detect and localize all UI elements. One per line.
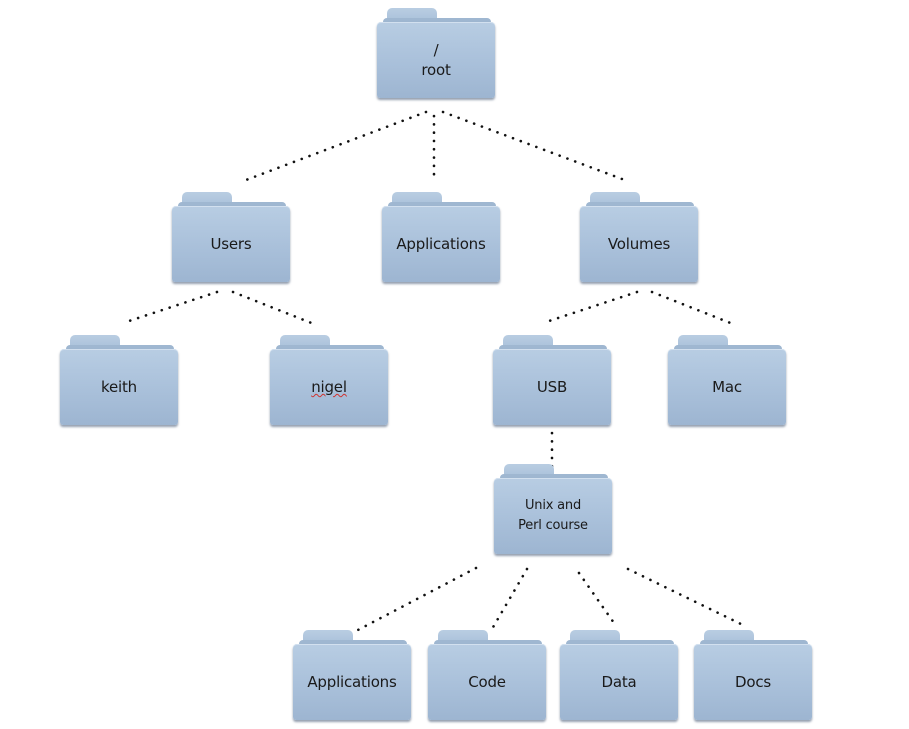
edge-unixperl-code bbox=[490, 567, 529, 631]
folder-label: keith bbox=[101, 378, 137, 396]
folder-course-applications[interactable]: Applications bbox=[293, 630, 413, 722]
folder-users[interactable]: Users bbox=[172, 192, 292, 284]
edge-root-users bbox=[244, 110, 428, 182]
folder-body: nigel bbox=[270, 349, 388, 425]
folder-label: Volumes bbox=[607, 235, 671, 253]
edge-users-keith bbox=[124, 290, 219, 324]
folder-body: Volumes bbox=[580, 206, 698, 282]
folder-label: Data bbox=[601, 673, 637, 691]
folder-body: Code bbox=[428, 644, 546, 720]
folder-label-line-1: / bbox=[433, 41, 439, 59]
edge-volumes-mac bbox=[650, 290, 735, 326]
folder-code[interactable]: Code bbox=[428, 630, 548, 722]
folder-body: USB bbox=[493, 349, 611, 425]
folder-body: Applications bbox=[293, 644, 411, 720]
folder-label: Mac bbox=[712, 378, 742, 396]
edge-root-volumes bbox=[441, 110, 624, 181]
folder-body: Docs bbox=[694, 644, 812, 720]
folder-body: Applications bbox=[382, 206, 500, 282]
folder-label: Applications bbox=[307, 673, 397, 691]
folder-keith[interactable]: keith bbox=[60, 335, 180, 427]
folder-label-line-2: Perl course bbox=[518, 518, 588, 533]
folder-body: / root bbox=[377, 22, 495, 98]
folder-body: Users bbox=[172, 206, 290, 282]
folder-nigel[interactable]: nigel bbox=[270, 335, 390, 427]
folder-docs[interactable]: Docs bbox=[694, 630, 814, 722]
folder-label-line-1: Unix and bbox=[524, 498, 582, 513]
folder-usb[interactable]: USB bbox=[493, 335, 613, 427]
folder-data[interactable]: Data bbox=[560, 630, 680, 722]
edge-users-nigel bbox=[231, 290, 316, 326]
folder-body: Unix and Perl course bbox=[494, 478, 612, 554]
folder-volumes[interactable]: Volumes bbox=[580, 192, 700, 284]
folder-label: USB bbox=[536, 378, 568, 396]
folder-root[interactable]: / root bbox=[377, 8, 497, 100]
edge-unixperl-applications bbox=[354, 566, 478, 633]
folder-unix-perl-course[interactable]: Unix and Perl course bbox=[494, 464, 614, 556]
edge-unixperl-data bbox=[577, 571, 616, 625]
folder-label: Code bbox=[468, 673, 506, 691]
folder-body: Data bbox=[560, 644, 678, 720]
folder-label-line-2: root bbox=[421, 61, 451, 79]
folder-body: Mac bbox=[668, 349, 786, 425]
edge-unixperl-docs bbox=[626, 567, 747, 628]
folder-label: Applications bbox=[396, 235, 486, 253]
edge-volumes-usb bbox=[544, 290, 639, 324]
folder-label: Docs bbox=[735, 673, 771, 691]
folder-label: nigel bbox=[311, 378, 347, 396]
folder-label: Users bbox=[210, 235, 252, 253]
folder-mac[interactable]: Mac bbox=[668, 335, 788, 427]
folder-applications[interactable]: Applications bbox=[382, 192, 502, 284]
folder-body: keith bbox=[60, 349, 178, 425]
